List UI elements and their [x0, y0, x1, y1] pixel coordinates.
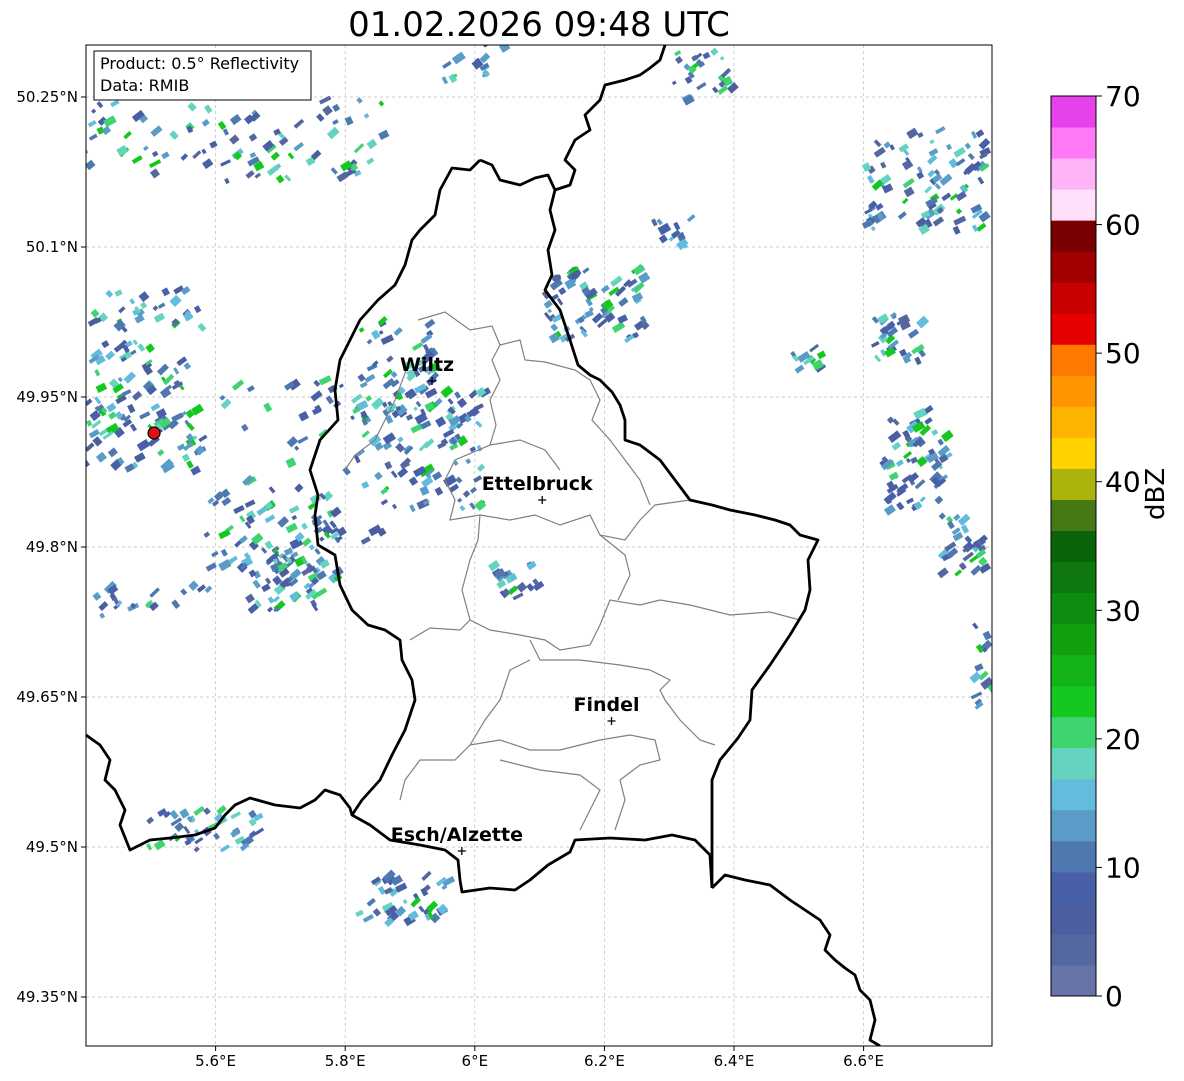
- colorbar-tick-label: 20: [1105, 723, 1141, 756]
- city-label: Esch/Alzette: [391, 824, 523, 846]
- echo-cell: [74, 430, 82, 437]
- y-tick-label: 49.95°N: [16, 388, 78, 406]
- y-tick-label: 50.1°N: [26, 238, 78, 256]
- colorbar-segment: [1051, 344, 1096, 376]
- colorbar-segment: [1051, 840, 1096, 873]
- echo-cell: [60, 376, 68, 384]
- echo-cell: [61, 291, 73, 303]
- echo-cell: [991, 648, 992, 656]
- colorbar-segment: [1051, 96, 1096, 128]
- colorbar-tick-label: 40: [1105, 466, 1141, 499]
- echo-cell: [67, 449, 78, 460]
- echo-cell: [65, 408, 71, 414]
- colorbar-segment: [1051, 220, 1096, 252]
- echo-cell: [63, 308, 73, 318]
- colorbar-tick-label: 60: [1105, 209, 1141, 242]
- colorbar-tick-label: 0: [1105, 980, 1123, 1013]
- plot-area: [86, 45, 992, 1046]
- colorbar-tick-label: 70: [1105, 80, 1141, 113]
- echo-cell: [70, 321, 77, 329]
- colorbar-segment: [1051, 778, 1096, 811]
- info-source: Data: RMIB: [100, 76, 189, 95]
- colorbar-segment: [1051, 654, 1096, 687]
- echo-cell: [71, 438, 78, 445]
- colorbar-segment: [1051, 282, 1096, 314]
- colorbar-tick-label: 10: [1105, 851, 1141, 884]
- colorbar-segment: [1051, 189, 1096, 221]
- colorbar-segment: [1051, 933, 1096, 966]
- echo-cell: [73, 447, 82, 457]
- echo-cell: [61, 326, 72, 336]
- x-tick-label: 5.8°E: [325, 1052, 366, 1070]
- echo-cell: [60, 379, 69, 387]
- colorbar-segment: [1051, 964, 1096, 997]
- echo-cell: [991, 690, 992, 700]
- x-tick-label: 6.6°E: [843, 1052, 884, 1070]
- city-label: Findel: [574, 694, 640, 716]
- colorbar-segment: [1051, 902, 1096, 935]
- y-tick-label: 50.25°N: [16, 88, 78, 106]
- colorbar-segment: [1051, 499, 1096, 531]
- echo-cell: [67, 335, 76, 344]
- x-tick-label: 5.6°E: [195, 1052, 236, 1070]
- colorbar-segment: [1051, 375, 1096, 407]
- info-box: Product: 0.5° Reflectivity Data: RMIB: [93, 50, 312, 101]
- colorbar-segment: [1051, 561, 1096, 594]
- echo-cell: [72, 339, 81, 348]
- colorbar-segment: [1051, 127, 1096, 159]
- y-tick-label: 49.8°N: [26, 538, 78, 556]
- info-product: Product: 0.5° Reflectivity: [100, 54, 299, 73]
- colorbar-segment: [1051, 809, 1096, 842]
- colorbar-segment: [1051, 716, 1096, 749]
- colorbar-segment: [1051, 406, 1096, 438]
- colorbar: 0 10 20 30 40 50 60 70: [1050, 80, 1141, 1013]
- colorbar-segment: [1051, 747, 1096, 780]
- echo-cell: [62, 431, 72, 439]
- colorbar-segment: [1051, 685, 1096, 718]
- city-label: Ettelbruck: [482, 473, 593, 495]
- colorbar-segment: [1051, 313, 1096, 345]
- colorbar-segment: [1051, 623, 1096, 656]
- echo-cell: [64, 303, 69, 308]
- echo-cell: [66, 366, 77, 375]
- radar-map: 5.6°E 5.8°E 6°E 6.2°E 6.4°E 6.6°E 50.25°N 50.1°…: [16, 44, 1141, 1070]
- colorbar-segment: [1051, 530, 1096, 563]
- radar-site-marker: [147, 426, 161, 440]
- colorbar-segment: [1051, 437, 1096, 469]
- echo-cell: [86, 416, 87, 427]
- city-label: Wiltz: [400, 354, 454, 376]
- colorbar-segment: [1051, 468, 1096, 500]
- x-tick-label: 6°E: [462, 1052, 489, 1070]
- colorbar-segment: [1051, 251, 1096, 283]
- echo-cell: [470, 45, 482, 46]
- colorbar-segment: [1051, 158, 1096, 190]
- colorbar-segment: [1051, 592, 1096, 625]
- colorbar-segment: [1051, 871, 1096, 904]
- colorbar-tick-label: 30: [1105, 594, 1141, 627]
- echo-cell: [62, 293, 74, 304]
- y-tick-label: 49.65°N: [16, 688, 78, 706]
- y-tick-label: 49.35°N: [16, 988, 78, 1006]
- x-tick-label: 6.4°E: [714, 1052, 755, 1070]
- y-tick-label: 49.5°N: [26, 838, 78, 856]
- x-tick-label: 6.2°E: [584, 1052, 625, 1070]
- colorbar-label: dBZ: [1141, 467, 1171, 520]
- echo-cell: [65, 308, 78, 320]
- colorbar-tick-label: 50: [1105, 337, 1141, 370]
- echo-cell: [63, 448, 75, 460]
